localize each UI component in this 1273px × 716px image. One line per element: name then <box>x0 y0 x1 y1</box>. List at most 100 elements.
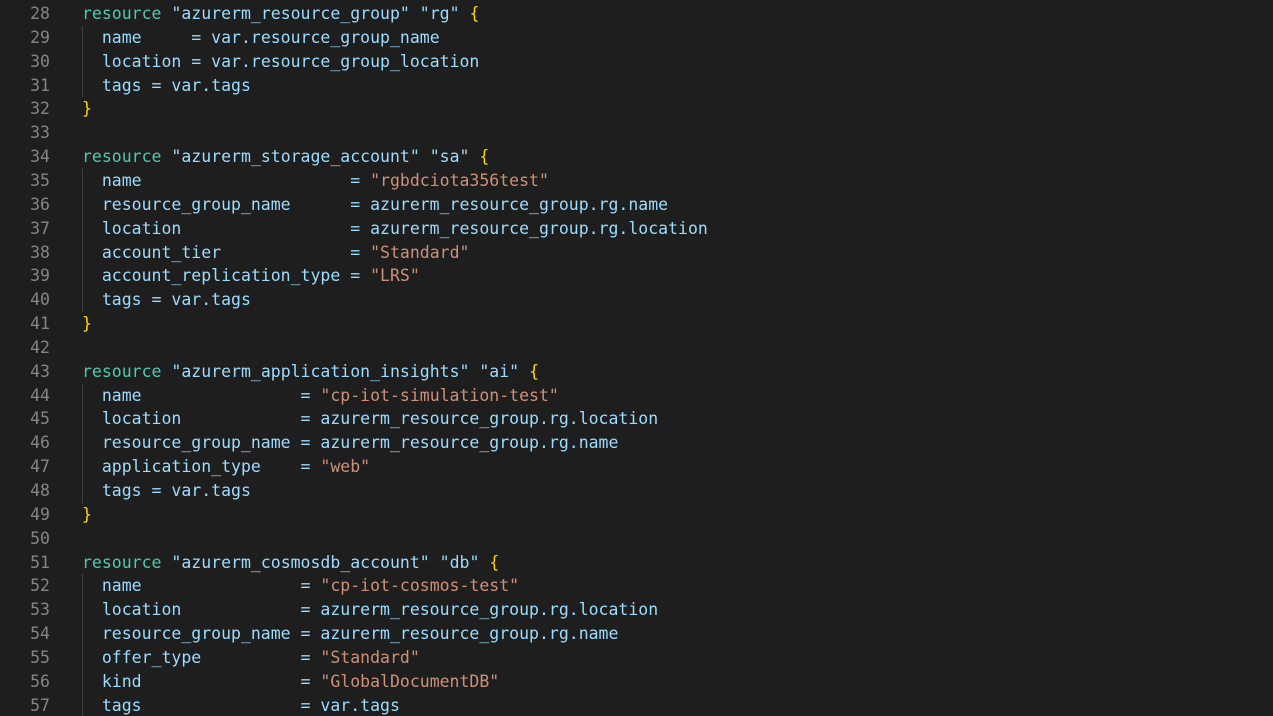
code-line[interactable]: 48 tags = var.tags <box>0 479 1273 503</box>
code-line[interactable]: 36 resource_group_name = azurerm_resourc… <box>0 193 1273 217</box>
code-token: name = <box>82 576 321 596</box>
code-line[interactable]: 29 name = var.resource_group_name <box>0 26 1273 50</box>
code-text: tags = var.tags <box>82 479 251 503</box>
code-line[interactable]: 35 name = "rgbdciota356test" <box>0 169 1273 193</box>
line-number: 41 <box>30 314 50 334</box>
code-token: location = azurerm_resource_group.rg.loc… <box>82 218 708 238</box>
code-token: = var.tags <box>151 75 251 95</box>
code-line[interactable]: 51 resource "azurerm_cosmosdb_account" "d… <box>0 551 1273 575</box>
code-line[interactable]: 53 location = azurerm_resource_group.rg.… <box>0 598 1273 622</box>
code-line[interactable]: 30 location = var.resource_group_locatio… <box>0 50 1273 74</box>
line-number: 53 <box>30 600 50 620</box>
code-line[interactable]: 43 resource "azurerm_application_insights… <box>0 360 1273 384</box>
code-token: "Standard" <box>370 242 470 262</box>
code-token: } <box>82 314 92 334</box>
indent-guide <box>82 25 83 98</box>
code-text: location = azurerm_resource_group.rg.loc… <box>82 598 658 622</box>
code-line[interactable]: 42 <box>0 336 1273 360</box>
line-number: 51 <box>30 552 50 572</box>
line-number: 33 <box>30 123 50 143</box>
code-line[interactable]: 56 kind = "GlobalDocumentDB" <box>0 670 1273 694</box>
code-text: location = azurerm_resource_group.rg.loc… <box>82 407 658 431</box>
code-token: name <box>82 27 192 47</box>
code-line[interactable]: 54 resource_group_name = azurerm_resourc… <box>0 622 1273 646</box>
code-token: offer_type = <box>82 647 321 667</box>
code-text: resource_group_name = azurerm_resource_g… <box>82 622 619 646</box>
code-token: account_tier = <box>82 242 371 262</box>
code-token: "ai" <box>479 361 520 381</box>
code-line[interactable]: 37 location = azurerm_resource_group.rg.… <box>0 217 1273 241</box>
code-token: location <box>82 51 192 71</box>
code-line[interactable]: 49} <box>0 503 1273 527</box>
code-token: "sa" <box>429 147 470 167</box>
code-text: kind = "GlobalDocumentDB" <box>82 670 499 694</box>
code-text: resource_group_name = azurerm_resource_g… <box>82 431 619 455</box>
code-line[interactable]: 34 resource "azurerm_storage_account" "sa… <box>0 145 1273 169</box>
code-token: } <box>82 504 92 524</box>
code-line[interactable]: 57 tags = var.tags <box>0 694 1273 716</box>
code-token: "azurerm_resource_group" <box>171 4 410 23</box>
code-token: { <box>489 552 500 572</box>
code-text: name = "rgbdciota356test" <box>82 169 549 193</box>
code-token: = var.resource_group_location <box>191 51 480 71</box>
code-token: account_replication_type = <box>82 266 371 286</box>
line-number: 46 <box>30 433 50 453</box>
code-text: resource "azurerm_application_insights" … <box>82 360 539 384</box>
code-text: tags = var.tags <box>82 288 251 312</box>
line-number: 48 <box>30 481 50 500</box>
code-line[interactable]: 38 account_tier = "Standard" <box>0 241 1273 265</box>
line-number: 56 <box>30 671 50 691</box>
code-editor[interactable]: 28 resource "azurerm_resource_group" "rg"… <box>0 0 1273 716</box>
line-number: 29 <box>30 27 50 47</box>
code-text: name = "cp-iot-cosmos-test" <box>82 574 519 598</box>
code-line[interactable]: 45 location = azurerm_resource_group.rg.… <box>0 407 1273 431</box>
code-token: "GlobalDocumentDB" <box>320 671 500 691</box>
line-number: 38 <box>30 242 50 262</box>
indent-guide <box>82 574 83 716</box>
code-line[interactable]: 33 <box>0 121 1273 145</box>
code-text: account_replication_type = "LRS" <box>82 264 420 288</box>
line-number: 39 <box>30 266 50 286</box>
code-line[interactable]: 50 <box>0 527 1273 551</box>
code-text: location = azurerm_resource_group.rg.loc… <box>82 217 708 241</box>
line-number: 43 <box>30 361 50 381</box>
code-line[interactable]: 47 application_type = "web" <box>0 455 1273 479</box>
code-line[interactable]: 52 name = "cp-iot-cosmos-test" <box>0 574 1273 598</box>
code-line[interactable]: 39 account_replication_type = "LRS" <box>0 264 1273 288</box>
code-line[interactable]: 55 offer_type = "Standard" <box>0 646 1273 670</box>
code-text: } <box>82 97 92 121</box>
line-number: 50 <box>30 528 50 548</box>
code-token: "web" <box>320 457 371 477</box>
code-token: tags <box>82 75 152 95</box>
code-token: resource_group_name = azurerm_resource_g… <box>82 433 619 453</box>
code-token: "cp-iot-cosmos-test" <box>320 576 520 596</box>
code-token: tags = var.tags <box>82 290 251 310</box>
code-line[interactable]: 41} <box>0 312 1273 336</box>
code-token: { <box>469 4 480 23</box>
code-line[interactable]: 28 resource "azurerm_resource_group" "rg"… <box>0 2 1273 26</box>
code-token: "azurerm_storage_account" <box>171 147 420 167</box>
code-token: } <box>82 99 92 119</box>
code-token: tags = var.tags <box>82 695 400 715</box>
indent-guide <box>82 168 83 313</box>
code-line[interactable]: 40 tags = var.tags <box>0 288 1273 312</box>
code-token: "Standard" <box>320 647 420 667</box>
line-number: 28 <box>30 4 50 23</box>
line-number: 32 <box>30 99 50 119</box>
code-line[interactable]: 46 resource_group_name = azurerm_resourc… <box>0 431 1273 455</box>
code-line[interactable]: 31 tags = var.tags <box>0 74 1273 98</box>
code-text: offer_type = "Standard" <box>82 646 420 670</box>
code-line[interactable]: 32} <box>0 97 1273 121</box>
code-line[interactable]: 44 name = "cp-iot-simulation-test" <box>0 384 1273 408</box>
line-number: 31 <box>30 75 50 95</box>
code-token: tags = var.tags <box>82 481 251 500</box>
code-text: name = var.resource_group_name <box>82 26 440 50</box>
